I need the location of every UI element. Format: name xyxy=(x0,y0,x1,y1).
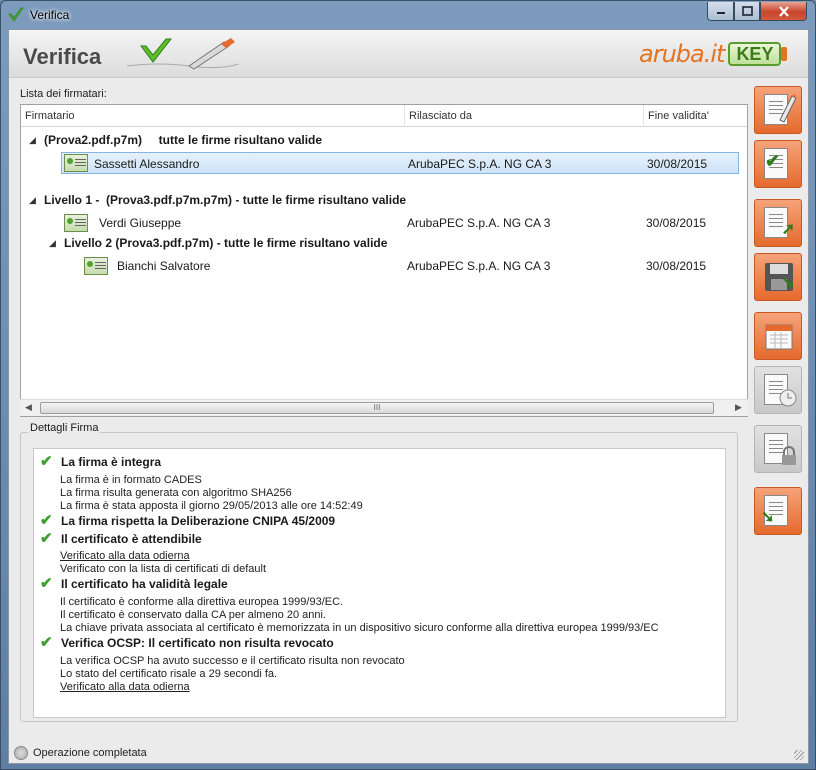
check-label: Il certificato è attendibile xyxy=(61,532,202,546)
group-title: Livello 1 - (Prova3.pdf.p7m.p7m) - tutte… xyxy=(44,193,407,207)
signer-expiry: 30/08/2015 xyxy=(646,216,707,230)
clock-icon xyxy=(779,389,797,407)
check-item: ✔ Il certificato è attendibile xyxy=(40,530,202,547)
verify-document-button[interactable]: ✔ xyxy=(754,140,802,188)
group-row[interactable]: ◢ Livello 1 - (Prova3.pdf.p7m.p7m) - tut… xyxy=(21,190,739,212)
column-header-issuer[interactable]: Rilasciato da xyxy=(405,105,644,127)
brand-name: aruba.it xyxy=(639,40,725,68)
column-headers: Firmatario Rilasciato da Fine validita' xyxy=(21,105,747,127)
certificate-clock-button[interactable] xyxy=(754,366,802,414)
signature-pen-icon xyxy=(126,38,240,70)
brand-key-badge: KEY xyxy=(728,42,788,66)
signers-list[interactable]: Firmatario Rilasciato da Fine validita' … xyxy=(20,104,748,417)
column-header-signer[interactable]: Firmatario xyxy=(21,105,405,127)
checkmark-icon: ✔ xyxy=(40,530,53,547)
expand-arrow-icon[interactable]: ◢ xyxy=(29,195,36,206)
extract-document-button[interactable]: ➘ xyxy=(754,487,802,535)
group-row[interactable]: ◢ Livello 2 (Prova3.pdf.p7m) - tutte le … xyxy=(21,233,739,255)
signer-expiry: 30/08/2015 xyxy=(646,259,707,273)
table-row[interactable]: Verdi Giuseppe ArubaPEC S.p.A. NG CA 3 3… xyxy=(21,212,739,234)
check-label: La firma è integra xyxy=(61,455,162,469)
certificate-icon xyxy=(64,214,88,232)
group-title: Livello 2 (Prova3.pdf.p7m) - tutte le fi… xyxy=(64,236,388,250)
maximize-icon xyxy=(741,6,753,16)
resize-grip[interactable] xyxy=(794,750,804,760)
minimize-icon xyxy=(716,12,725,14)
expand-arrow-icon[interactable]: ◢ xyxy=(29,135,36,146)
group-row[interactable]: ◢ (Prova2.pdf.p7m) tutte le firme risult… xyxy=(21,130,739,152)
minimize-button[interactable] xyxy=(707,2,734,21)
lock-icon xyxy=(782,446,796,465)
table-row[interactable]: Bianchi Salvatore ArubaPEC S.p.A. NG CA … xyxy=(21,255,739,277)
app-window: Verifica Verifica aruba.it KEY Lista dei xyxy=(0,0,816,770)
detail-line: La firma risulta generata con algoritmo … xyxy=(60,487,292,499)
check-item: ✔ Verifica OCSP: Il certificato non risul… xyxy=(40,634,334,651)
calendar-icon xyxy=(765,324,793,350)
detail-line: La firma è in formato CADES xyxy=(60,474,202,486)
certificate-icon xyxy=(84,257,108,275)
close-button[interactable] xyxy=(760,2,807,21)
check-label: Il certificato ha validità legale xyxy=(61,577,228,591)
save-document-button[interactable]: ➘ xyxy=(754,253,802,301)
detail-line: Lo stato del certificato risale a 29 sec… xyxy=(60,668,278,680)
signer-expiry: 30/08/2015 xyxy=(647,157,708,171)
check-label: Verifica OCSP: Il certificato non risult… xyxy=(61,636,334,650)
check-item: ✔ La firma è integra xyxy=(40,453,162,470)
header-banner: Verifica aruba.it KEY xyxy=(9,30,808,78)
signer-name: Bianchi Salvatore xyxy=(117,259,211,273)
arrow-down-icon: ➘ xyxy=(781,275,795,292)
table-row[interactable]: Sassetti Alessandro ArubaPEC S.p.A. NG C… xyxy=(61,152,739,174)
client-area: Verifica aruba.it KEY Lista dei firmatar… xyxy=(8,29,809,764)
brand-logo: aruba.it KEY xyxy=(639,39,788,69)
timestamp-button[interactable] xyxy=(754,312,802,360)
signer-issuer: ArubaPEC S.p.A. NG CA 3 xyxy=(408,157,552,171)
certificate-icon xyxy=(64,154,88,172)
verified-today-link[interactable]: Verificato alla data odierna xyxy=(60,681,190,693)
sign-document-button[interactable] xyxy=(754,86,802,134)
scroll-left-icon[interactable]: ◀ xyxy=(25,402,32,413)
column-header-expiry[interactable]: Fine validita' xyxy=(644,105,747,127)
signature-details-box: ✔ La firma è integra La firma è in format… xyxy=(33,448,726,718)
maximize-button[interactable] xyxy=(734,2,760,21)
title-bar[interactable]: Verifica xyxy=(1,1,815,29)
signer-issuer: ArubaPEC S.p.A. NG CA 3 xyxy=(407,216,551,230)
details-title: Dettagli Firma xyxy=(28,422,101,434)
signers-list-label: Lista dei firmatari: xyxy=(20,88,107,100)
scroll-right-icon[interactable]: ▶ xyxy=(735,402,742,413)
check-label: La firma rispetta la Deliberazione CNIPA… xyxy=(61,514,336,528)
signer-name: Sassetti Alessandro xyxy=(94,157,200,171)
checkmark-icon: ✔ xyxy=(40,512,53,529)
close-icon xyxy=(778,5,789,17)
scrollbar-thumb[interactable]: III xyxy=(40,402,714,414)
detail-line: La firma è stata apposta il giorno 29/05… xyxy=(60,500,363,512)
arrow-down-left-icon: ➘ xyxy=(761,509,775,526)
group-title: (Prova2.pdf.p7m) tutte le firme risultan… xyxy=(44,133,323,147)
certificate-lock-button[interactable] xyxy=(754,425,802,473)
check-item: ✔ La firma rispetta la Deliberazione CNIP… xyxy=(40,512,336,529)
detail-line: Verificato con la lista di certificati d… xyxy=(60,563,267,575)
signer-issuer: ArubaPEC S.p.A. NG CA 3 xyxy=(407,259,551,273)
pen-icon xyxy=(779,94,797,123)
signer-name: Verdi Giuseppe xyxy=(99,216,182,230)
checkmark-icon: ✔ xyxy=(40,453,53,470)
check-item: ✔ Il certificato ha validità legale xyxy=(40,575,228,592)
arrow-up-icon: ➚ xyxy=(781,221,795,238)
status-gear-icon xyxy=(14,746,28,760)
app-logo-icon xyxy=(8,7,24,22)
checkmark-icon: ✔ xyxy=(765,151,781,171)
horizontal-scrollbar[interactable]: ◀ III ▶ xyxy=(20,399,748,416)
checkmark-icon: ✔ xyxy=(40,634,53,651)
page-title: Verifica xyxy=(23,44,102,69)
detail-line: La chiave privata associata al certifica… xyxy=(60,622,659,634)
expand-arrow-icon[interactable]: ◢ xyxy=(49,238,56,249)
checkmark-icon: ✔ xyxy=(40,575,53,592)
detail-line: Il certificato è conforme alla direttiva… xyxy=(60,596,344,608)
window-title: Verifica xyxy=(30,8,70,22)
verified-today-link[interactable]: Verificato alla data odierna xyxy=(60,550,190,562)
status-text: Operazione completata xyxy=(33,747,147,759)
detail-line: La verifica OCSP ha avuto successo e il … xyxy=(60,655,405,667)
detail-line: Il certificato è conservato dalla CA per… xyxy=(60,609,326,621)
export-document-button[interactable]: ➚ xyxy=(754,199,802,247)
